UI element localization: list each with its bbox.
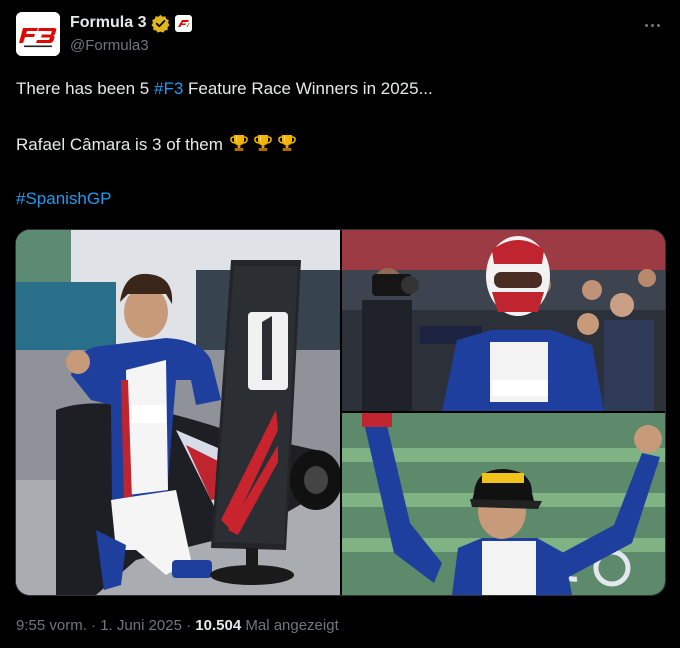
views-label: Mal angezeigt: [241, 617, 339, 634]
text-segment: Rafael Câmara is 3 of them: [16, 135, 223, 154]
photo-helmet-celebration[interactable]: [342, 230, 665, 411]
post-line-1: There has been 5 #F3 Feature Race Winner…: [16, 78, 656, 100]
photo-podium-celebration[interactable]: [342, 413, 665, 595]
media-grid: [15, 229, 666, 596]
meta-separator: ·: [181, 617, 196, 634]
affiliation-f1-icon[interactable]: [175, 14, 193, 32]
trophy-icon: [278, 135, 296, 151]
avatar[interactable]: [16, 12, 60, 56]
meta-separator: ·: [86, 617, 101, 634]
post-date[interactable]: 1. Juni 2025: [100, 617, 182, 634]
trophy-icon: [230, 135, 248, 151]
dot-icon: [644, 23, 648, 27]
name-row: Formula 3: [70, 13, 193, 33]
post-header: Formula 3 @Formula3: [16, 12, 664, 60]
dot-icon: [656, 23, 660, 27]
trophy-icon: [254, 135, 272, 151]
post-text: There has been 5 #F3 Feature Race Winner…: [16, 78, 656, 210]
trophy-emojis: [229, 133, 297, 153]
text-segment: There has been 5: [16, 79, 154, 98]
view-count[interactable]: 10.504: [195, 617, 241, 634]
hashtag-f3[interactable]: #F3: [154, 79, 183, 98]
post-meta: 9:55 vorm. · 1. Juni 2025 · 10.504 Mal a…: [16, 617, 339, 634]
post-line-2: Rafael Câmara is 3 of them: [16, 133, 656, 155]
hashtag-spanishgp[interactable]: #SpanishGP: [16, 189, 111, 208]
dot-icon: [650, 23, 654, 27]
post-time[interactable]: 9:55 vorm.: [16, 617, 87, 634]
f3-logo-icon: [16, 12, 60, 56]
more-options-button[interactable]: [640, 14, 664, 36]
verified-badge-icon: [151, 14, 171, 33]
post-line-3: #SpanishGP: [16, 188, 656, 210]
photo-driver-with-winner-board[interactable]: [16, 230, 340, 595]
display-name[interactable]: Formula 3: [70, 14, 146, 32]
handle[interactable]: @Formula3: [70, 37, 149, 54]
text-segment: Feature Race Winners in 2025...: [183, 79, 433, 98]
